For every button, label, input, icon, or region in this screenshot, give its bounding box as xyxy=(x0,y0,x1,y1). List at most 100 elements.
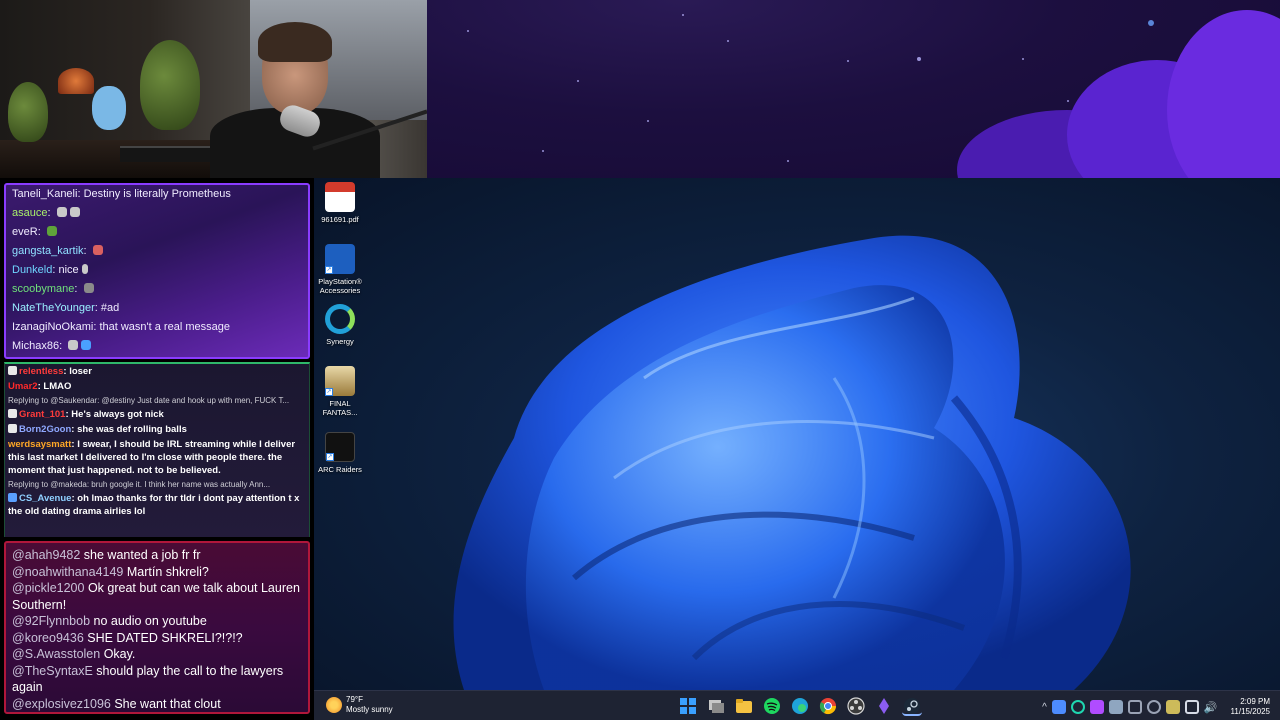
chat-message: relentless: loser xyxy=(5,364,309,379)
desktop-icon-label: FINAL FANTAS... xyxy=(322,399,358,417)
reply-context: Replying to @makeda: bruh google it. I t… xyxy=(8,480,271,489)
reply-context: Replying to @Saukendar: @destiny Just da… xyxy=(8,396,290,405)
badge-icon xyxy=(8,366,17,375)
chat-handle: @92Flynnbob xyxy=(12,614,91,628)
chat-username: CS_Avenue xyxy=(19,493,72,504)
chat-message: Taneli_Kaneli: Destiny is literally Prom… xyxy=(12,188,231,200)
chat-message: eveR: xyxy=(6,223,308,242)
chat-handle: @noahwithana4149 xyxy=(12,564,124,579)
final-fantasy-icon: ↗ xyxy=(325,366,355,396)
chat-handle: @explosivez1096 xyxy=(12,696,111,711)
webcam-feed xyxy=(0,0,427,178)
system-tray: ^ 🔊 2:09 PM 11/15/2025 xyxy=(1042,697,1270,717)
chat-message: Born2Goon: she was def rolling balls xyxy=(5,422,309,437)
chat-text: Destiny is literally Prometheus xyxy=(83,188,231,200)
obs-button[interactable] xyxy=(846,696,866,716)
chat-text: Martín shkreli? xyxy=(126,564,209,579)
windows-logo-icon xyxy=(680,698,696,714)
taskbar-clock[interactable]: 2:09 PM 11/15/2025 xyxy=(1231,697,1270,717)
chat-username: Dunkeld xyxy=(12,264,53,276)
emote-icon xyxy=(56,207,67,217)
spotify-button[interactable] xyxy=(762,696,782,716)
steam-icon xyxy=(904,698,920,714)
volume-icon[interactable]: 🔊 xyxy=(1204,701,1218,714)
emote-icon xyxy=(81,340,92,350)
desktop-icon-label: 961691.pdf xyxy=(321,215,359,224)
monitor-icon[interactable] xyxy=(1184,700,1199,714)
chat-message: NateTheYounger: #ad xyxy=(12,302,120,314)
badge-icon xyxy=(8,424,17,433)
tray-app-blue-icon[interactable] xyxy=(1051,700,1066,714)
desktop-icon-synergy[interactable]: Synergy xyxy=(314,304,366,346)
chat-text: She want that clout xyxy=(114,696,221,711)
chat-username: Born2Goon xyxy=(19,424,72,435)
obs-icon xyxy=(847,697,865,715)
tray-steam-icon[interactable] xyxy=(1108,700,1123,714)
chat-text: Okay. xyxy=(103,647,136,661)
chat-handle: @TheSyntaxE xyxy=(12,663,93,678)
chat-message: gangsta_kartik: xyxy=(6,242,308,261)
chat-message: Michax86: xyxy=(6,337,308,356)
chat-message: Grant_101: He's always got nick xyxy=(5,407,309,422)
chat-username: relentless xyxy=(19,366,64,377)
sun-icon xyxy=(326,697,342,713)
chrome-icon xyxy=(819,698,837,715)
tray-app-purple-icon[interactable] xyxy=(1089,700,1104,714)
chat-text: no audio on youtube xyxy=(93,614,207,628)
file-explorer-button[interactable] xyxy=(734,696,754,716)
weather-desc: Mostly sunny xyxy=(346,705,393,714)
chat-message: @koreo9436 SHE DATED SHKRELI?!?!? xyxy=(6,630,308,647)
edge-icon xyxy=(792,698,808,714)
emote-icon xyxy=(83,283,94,293)
chat-message: @explosivez1096 She want that clout xyxy=(6,696,308,713)
tray-app-yellow-icon[interactable] xyxy=(1165,700,1180,714)
chat-text: #ad xyxy=(100,302,120,314)
purple-app-button[interactable] xyxy=(874,696,894,716)
emote-icon xyxy=(81,264,88,274)
emote-icon xyxy=(46,226,57,236)
chat-username: Umar2 xyxy=(8,381,38,392)
chat-message: @92Flynnbob no audio on youtube xyxy=(6,613,308,630)
tray-app-green-icon[interactable] xyxy=(1070,700,1085,714)
chat-handle: @pickle1200 xyxy=(12,581,85,595)
arc-raiders-icon: ↗ xyxy=(325,432,355,462)
weather-widget[interactable]: 79°F Mostly sunny xyxy=(326,695,393,715)
twitch-chat-panel: Taneli_Kaneli: Destiny is literally Prom… xyxy=(4,183,310,359)
streamer-hair xyxy=(258,22,332,62)
emote-icon xyxy=(69,207,80,217)
chat-username: asauce xyxy=(12,207,48,219)
chrome-button[interactable] xyxy=(818,696,838,716)
chat-username: eveR xyxy=(12,226,38,238)
desktop-icon-playstation[interactable]: ↗ PlayStation® Accessories xyxy=(314,244,366,295)
chat-text: loser xyxy=(69,366,92,377)
clock-time: 2:09 PM xyxy=(1240,697,1270,706)
start-button[interactable] xyxy=(678,696,698,716)
chat-username: NateTheYounger xyxy=(12,302,95,314)
task-view-button[interactable] xyxy=(706,696,726,716)
tray-app-gear-icon[interactable] xyxy=(1127,700,1142,714)
chat-text: she was def rolling balls xyxy=(77,424,187,435)
tray-app-generic-icon[interactable] xyxy=(1146,700,1161,714)
chat-message: werdsaysmatt: I swear, I should be IRL s… xyxy=(8,439,296,476)
chevron-up-icon[interactable]: ^ xyxy=(1042,702,1047,713)
clock-date: 11/15/2025 xyxy=(1230,707,1270,716)
pdf-file-icon xyxy=(325,182,355,212)
chat-username: scoobymane xyxy=(12,283,75,295)
chat-message: @ahah9482 she wanted a job fr fr xyxy=(6,547,308,564)
desktop-icon-arc-raiders[interactable]: ↗ ARC Raiders xyxy=(314,432,366,474)
chat-message: @S.Awasstolen Okay. xyxy=(6,646,308,663)
emote-icon xyxy=(68,340,79,350)
desktop-icon-final-fantasy[interactable]: ↗ FINAL FANTAS... xyxy=(314,366,366,417)
edge-button[interactable] xyxy=(790,696,810,716)
stream-banner-sky xyxy=(427,0,1280,178)
task-view-icon xyxy=(709,700,724,713)
chat-text: that wasn't a real message xyxy=(99,321,230,333)
badge-icon xyxy=(8,493,17,502)
chat-message: @pickle1200 Ok great but can we talk abo… xyxy=(6,580,308,613)
taskbar: 79°F Mostly sunny ^ 🔊 2:09 PM 11/15/2025 xyxy=(314,690,1280,720)
chat-username: Taneli_Kaneli xyxy=(12,188,78,200)
desktop-icon-pdf[interactable]: 961691.pdf xyxy=(314,182,366,224)
youtube-chat-panel: @ahah9482 she wanted a job fr fr @noahwi… xyxy=(4,541,310,714)
webcam-lamp xyxy=(58,68,94,94)
steam-button[interactable] xyxy=(902,696,922,716)
